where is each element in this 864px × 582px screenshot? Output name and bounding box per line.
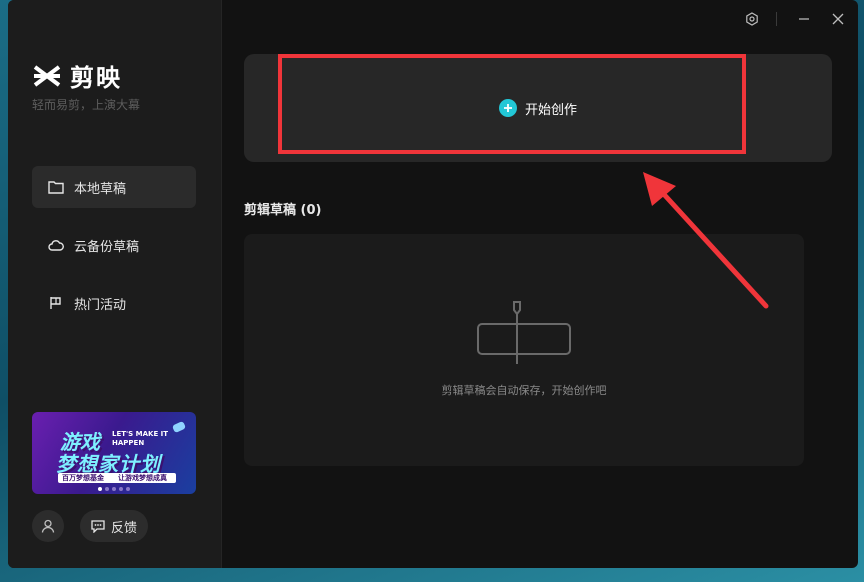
pagination-dot[interactable] bbox=[126, 487, 130, 491]
sidebar: 剪映 轻而易剪，上演大幕 本地草稿 云备份草稿 热门活动 游戏 LET'S MA… bbox=[8, 0, 222, 568]
close-icon[interactable] bbox=[830, 11, 846, 27]
capcut-logo-icon bbox=[33, 64, 61, 87]
pagination-dot[interactable] bbox=[119, 487, 123, 491]
banner-strip: 百万梦想基金 让游戏梦想成真 bbox=[58, 473, 176, 483]
pagination-dot[interactable] bbox=[112, 487, 116, 491]
sidebar-item-local-drafts[interactable]: 本地草稿 bbox=[32, 166, 196, 208]
banner-strip-left: 百万梦想基金 bbox=[62, 474, 104, 482]
message-icon bbox=[91, 519, 105, 533]
avatar[interactable] bbox=[32, 510, 64, 542]
sidebar-item-label: 本地草稿 bbox=[74, 181, 127, 197]
app-name: 剪映 bbox=[70, 64, 122, 92]
game-controller-icon bbox=[172, 421, 186, 433]
titlebar-divider bbox=[776, 12, 777, 26]
settings-gear-icon[interactable] bbox=[744, 11, 760, 27]
flag-icon bbox=[48, 295, 64, 311]
user-icon bbox=[41, 519, 55, 533]
sidebar-item-cloud-drafts[interactable]: 云备份草稿 bbox=[32, 224, 196, 266]
promo-banner[interactable]: 游戏 LET'S MAKE IT HAPPEN 梦想家计划 百万梦想基金 让游戏… bbox=[32, 412, 196, 494]
app-logo: 剪映 bbox=[32, 58, 122, 93]
timeline-empty-icon bbox=[477, 301, 571, 364]
sidebar-item-label: 热门活动 bbox=[74, 297, 127, 313]
drafts-section-title: 剪辑草稿 (0) bbox=[244, 203, 322, 218]
pagination-dot[interactable] bbox=[105, 487, 109, 491]
banner-pagination[interactable] bbox=[98, 487, 130, 491]
banner-strip-right: 让游戏梦想成真 bbox=[118, 474, 167, 482]
empty-drafts-message: 剪辑草稿会自动保存，开始创作吧 bbox=[441, 384, 607, 397]
folder-icon bbox=[48, 179, 64, 195]
sidebar-item-label: 云备份草稿 bbox=[74, 239, 140, 255]
app-slogan: 轻而易剪，上演大幕 bbox=[32, 98, 141, 112]
app-window: 剪映 轻而易剪，上演大幕 本地草稿 云备份草稿 热门活动 游戏 LET'S MA… bbox=[8, 0, 858, 568]
drafts-empty-panel: 剪辑草稿会自动保存，开始创作吧 bbox=[244, 234, 804, 466]
minimize-icon[interactable] bbox=[796, 11, 812, 27]
annotation-highlight-box bbox=[278, 54, 746, 154]
pagination-dot[interactable] bbox=[98, 487, 102, 491]
sidebar-item-hot-events[interactable]: 热门活动 bbox=[32, 282, 196, 324]
feedback-label: 反馈 bbox=[110, 520, 137, 536]
cloud-icon bbox=[48, 237, 64, 253]
feedback-button[interactable]: 反馈 bbox=[80, 510, 148, 542]
